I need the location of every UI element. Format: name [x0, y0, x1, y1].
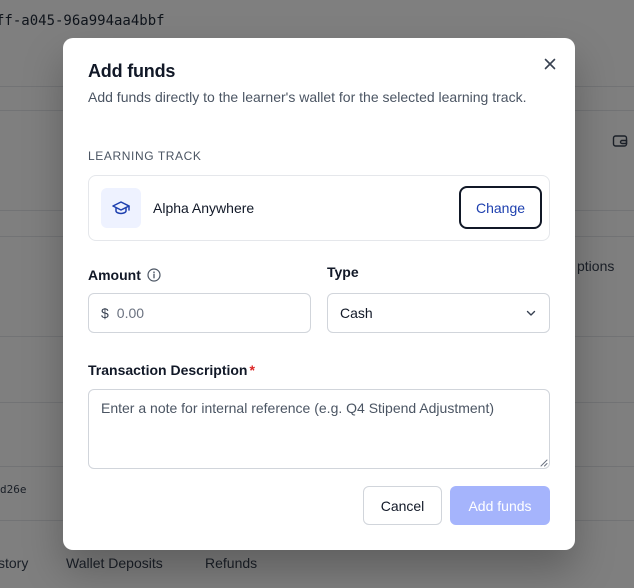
chevron-down-icon	[526, 310, 536, 316]
currency-symbol: $	[101, 305, 109, 321]
info-icon[interactable]	[147, 268, 161, 282]
resize-handle-icon[interactable]	[540, 459, 548, 467]
amount-label-row: Amount	[88, 267, 161, 283]
add-funds-button[interactable]: Add funds	[450, 486, 550, 525]
type-label: Type	[327, 264, 359, 280]
dialog-description: Add funds directly to the learner's wall…	[88, 89, 527, 105]
amount-label: Amount	[88, 267, 141, 283]
transaction-description-input[interactable]	[88, 389, 550, 469]
close-icon	[544, 58, 556, 70]
learning-track-card: Alpha Anywhere Change	[88, 175, 550, 241]
track-name: Alpha Anywhere	[153, 200, 255, 216]
graduation-cap-icon	[112, 201, 130, 215]
change-track-button[interactable]: Change	[459, 186, 542, 229]
type-selected-value: Cash	[340, 305, 373, 321]
required-marker: *	[249, 362, 255, 378]
close-button[interactable]	[540, 54, 560, 74]
cancel-button[interactable]: Cancel	[363, 486, 442, 525]
learning-track-label: LEARNING TRACK	[88, 149, 202, 163]
amount-field[interactable]: $	[88, 293, 311, 333]
type-select[interactable]: Cash	[327, 293, 550, 333]
transaction-description-label: Transaction Description	[88, 362, 248, 378]
transaction-description-label-row: Transaction Description *	[88, 362, 255, 378]
track-icon-container	[101, 188, 141, 228]
add-funds-dialog: Add funds Add funds directly to the lear…	[63, 38, 575, 550]
amount-input[interactable]	[116, 305, 277, 321]
dialog-title: Add funds	[88, 61, 176, 81]
